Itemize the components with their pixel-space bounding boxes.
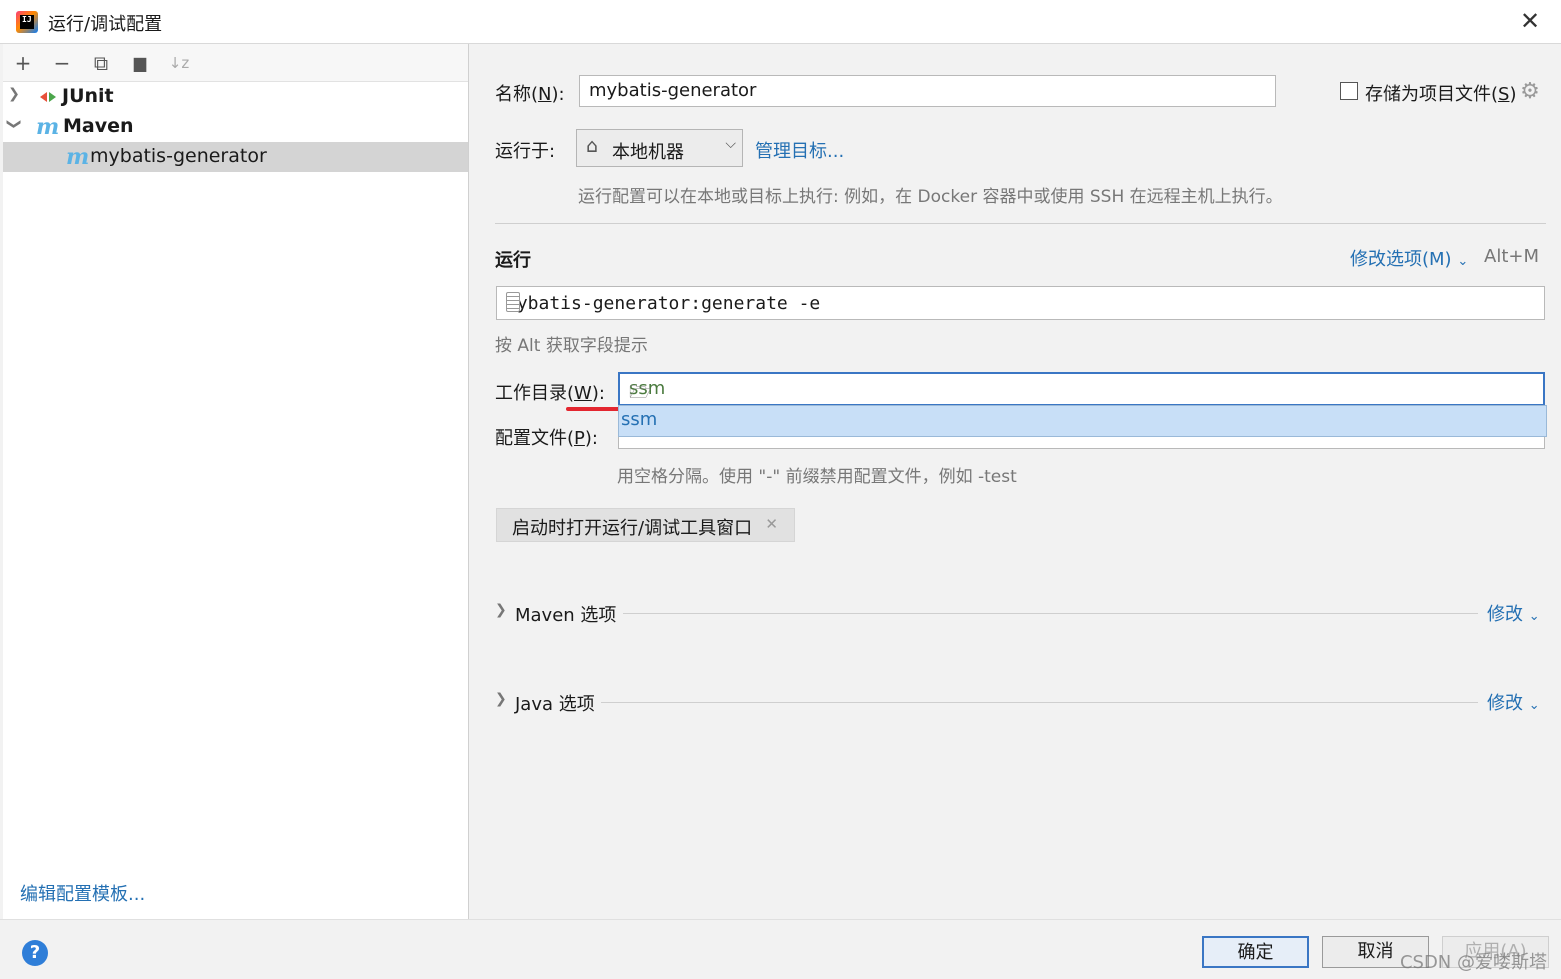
window-title: 运行/调试配置 — [48, 14, 163, 35]
maven-icon: m — [66, 144, 90, 170]
expand-icon[interactable] — [506, 292, 520, 312]
name-input-value: mybatis-generator — [589, 80, 757, 101]
watermark: CSDN @爱喽斯塔 — [1399, 952, 1547, 973]
edit-templates-link[interactable]: 编辑配置模板... — [20, 880, 145, 906]
tree-item-maven[interactable]: ❯ m Maven — [3, 112, 468, 142]
java-options-section[interactable]: ❯ Java 选项 修改 ⌄ — [495, 689, 1545, 715]
java-options-modify-link[interactable]: 修改 ⌄ — [1487, 689, 1540, 715]
chevron-right-icon: ❯ — [495, 691, 507, 707]
run-on-label: 运行于: — [495, 141, 556, 162]
close-icon[interactable]: ✕ — [1517, 8, 1543, 34]
app-icon: IJ — [16, 11, 38, 33]
tag-label: 启动时打开运行/调试工具窗口 — [512, 518, 753, 539]
divider — [623, 613, 1478, 614]
java-options-title: Java 选项 — [515, 694, 595, 715]
tree-item-mybatis-generator[interactable]: m mybatis-generator — [3, 142, 468, 172]
suggestion-text: ssm — [621, 409, 658, 430]
close-icon[interactable]: ✕ — [765, 515, 778, 533]
modify-options-link[interactable]: 修改选项(M) ⌄ — [1350, 245, 1468, 271]
profiles-hint: 用空格分隔。使用 "-" 前缀禁用配置文件，例如 -test — [617, 467, 1017, 487]
tree-item-label: mybatis-generator — [90, 145, 267, 167]
title-bar: IJ 运行/调试配置 ✕ — [0, 0, 1561, 44]
working-directory-input[interactable]: ssm 🗁 — [618, 372, 1545, 406]
tree-item-label: Maven — [63, 115, 134, 137]
junit-icon — [40, 89, 58, 105]
divider — [601, 702, 1478, 703]
profiles-label: 配置文件(P): — [495, 428, 598, 449]
folder-add-icon[interactable]: ▆ — [127, 50, 153, 76]
chevron-right-icon: ❯ — [495, 602, 507, 618]
maven-options-section[interactable]: ❯ Maven 选项 修改 ⌄ — [495, 600, 1545, 626]
run-on-select[interactable]: ⌂ 本地机器 ⌵ — [576, 129, 743, 167]
name-input[interactable]: mybatis-generator — [579, 75, 1276, 107]
copy-icon[interactable]: ⧉ — [88, 50, 114, 76]
ok-button[interactable]: 确定 — [1202, 936, 1309, 968]
maven-icon: m — [36, 114, 60, 140]
run-section-title: 运行 — [495, 250, 531, 271]
tree-item-junit[interactable]: ❯ JUnit — [3, 82, 468, 112]
config-form-pane: 名称(N): mybatis-generator 存储为项目文件(S) ⚙ 运行… — [470, 44, 1561, 919]
gear-icon[interactable]: ⚙ — [1519, 81, 1541, 103]
remove-icon[interactable]: − — [49, 50, 75, 76]
maven-options-title: Maven 选项 — [515, 605, 617, 626]
modify-options-shortcut: Alt+M — [1484, 246, 1539, 267]
command-line-input[interactable]: mybatis-generator:generate -e — [496, 286, 1545, 320]
maven-options-modify-link[interactable]: 修改 ⌄ — [1487, 600, 1540, 626]
home-icon: ⌂ — [586, 135, 599, 157]
chevron-down-icon: ⌵ — [725, 136, 736, 152]
store-as-project-file-checkbox[interactable] — [1340, 82, 1358, 100]
dialog-footer: ? 确定 取消 应用(A) CSDN @爱喽斯塔 — [0, 919, 1561, 979]
chevron-right-icon[interactable]: ❯ — [7, 86, 21, 102]
sort-icon[interactable]: ↓z — [166, 50, 192, 76]
help-icon[interactable]: ? — [22, 940, 48, 966]
divider — [495, 223, 1546, 224]
tree-item-label: JUnit — [62, 85, 114, 107]
name-label: 名称(N): — [495, 84, 565, 105]
run-on-value: 本地机器 — [612, 142, 684, 163]
alt-hint: 按 Alt 获取字段提示 — [495, 336, 648, 356]
manage-targets-link[interactable]: 管理目标... — [755, 137, 844, 163]
command-line-value: mybatis-generator:generate -e — [506, 293, 821, 314]
working-directory-label: 工作目录(W): — [495, 383, 605, 404]
open-tool-window-tag: 启动时打开运行/调试工具窗口 ✕ — [496, 508, 795, 542]
chevron-down-icon[interactable]: ❯ — [6, 117, 22, 131]
tree-toolbar: + − ⧉ ▆ ↓z — [3, 44, 468, 82]
config-tree-pane: + − ⧉ ▆ ↓z ❯ JUnit ❯ m Maven m mybatis-g… — [3, 44, 469, 919]
add-icon[interactable]: + — [10, 50, 36, 76]
store-as-project-file-label: 存储为项目文件(S) — [1365, 84, 1517, 105]
autocomplete-suggestion[interactable]: ssm — [618, 405, 1547, 437]
run-on-hint: 运行配置可以在本地或目标上执行: 例如，在 Docker 容器中或使用 SSH … — [578, 187, 1283, 207]
